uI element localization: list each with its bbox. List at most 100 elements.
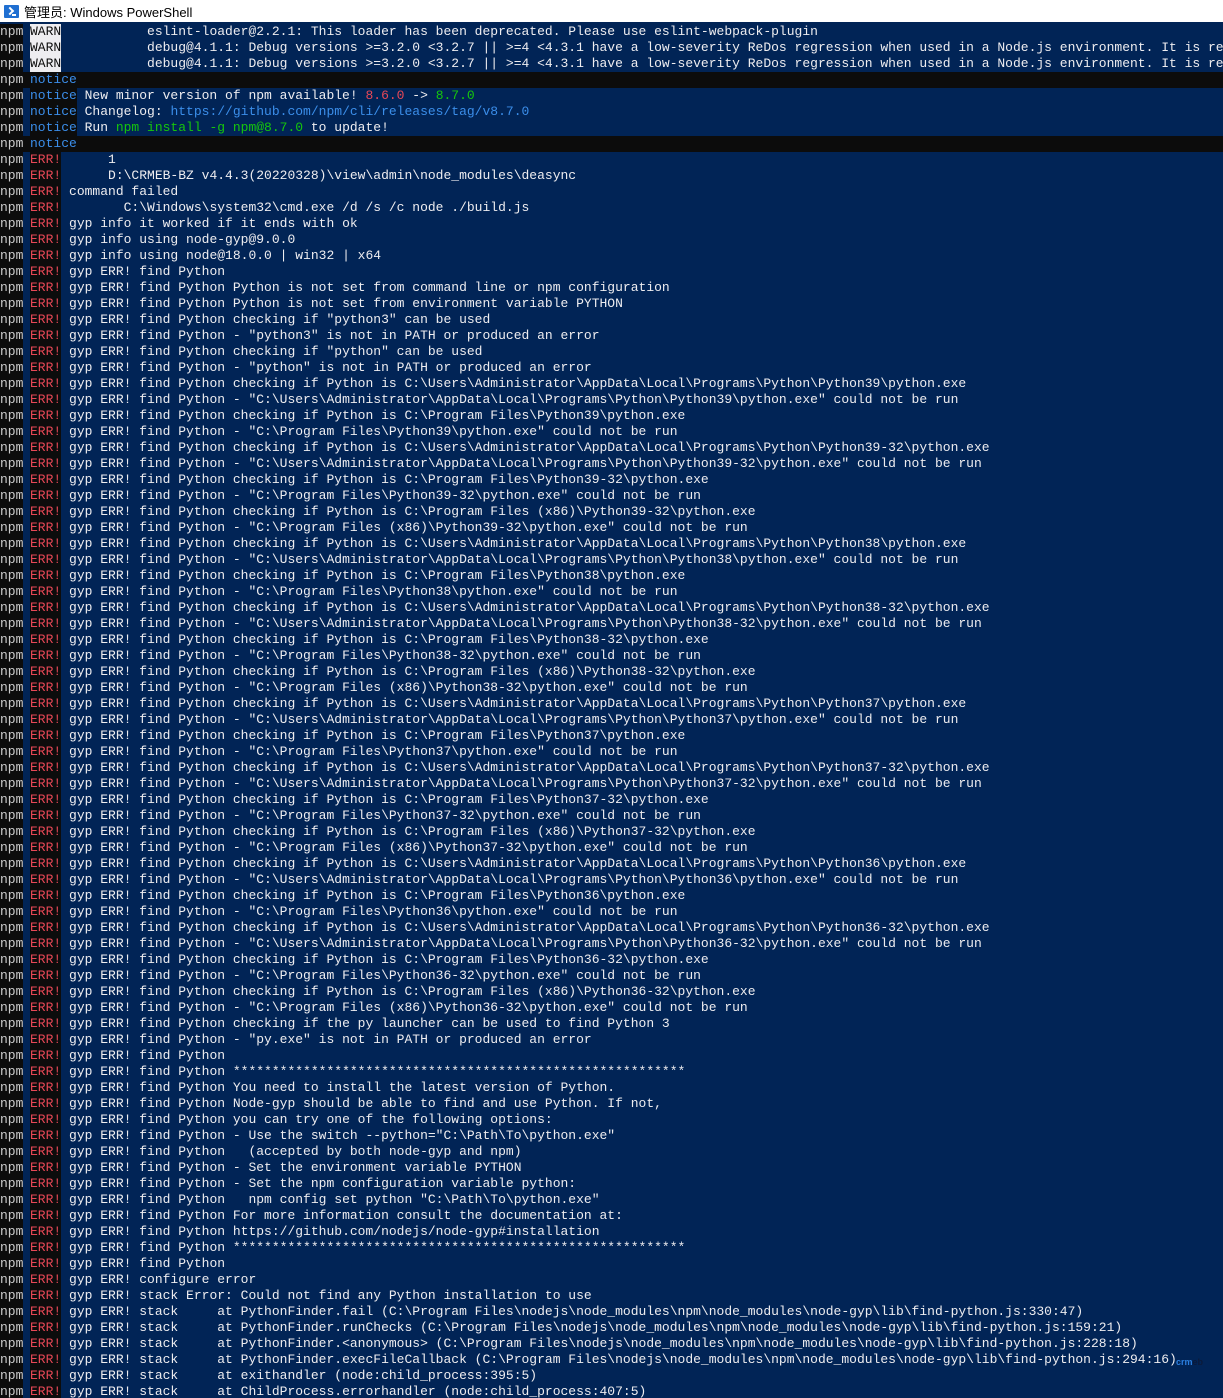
line-prefix: npm bbox=[0, 632, 24, 648]
level-label-err: ERR! bbox=[30, 456, 62, 472]
level-label-err: ERR! bbox=[30, 664, 62, 680]
level-label-err: ERR! bbox=[30, 1256, 62, 1272]
title-bar: 管理员: Windows PowerShell bbox=[0, 0, 1223, 22]
console-line: npm ERR! gyp ERR! find Python - "C:\Progr… bbox=[0, 680, 1223, 696]
console-line: npm WARN eslint-loader@2.2.1: This loader… bbox=[0, 24, 1223, 40]
line-message: gyp ERR! find Python bbox=[61, 1256, 226, 1271]
level-label-err: ERR! bbox=[30, 1080, 62, 1096]
line-prefix: npm bbox=[0, 472, 24, 488]
powershell-icon bbox=[4, 4, 19, 18]
line-prefix: npm bbox=[0, 1256, 24, 1272]
line-message: gyp ERR! find Python checking if Python … bbox=[61, 536, 967, 551]
level-label-err: ERR! bbox=[30, 472, 62, 488]
level-label-notice: notice bbox=[30, 104, 77, 120]
level-label-err: ERR! bbox=[30, 200, 62, 216]
line-message: gyp ERR! find Python checking if Python … bbox=[61, 824, 756, 839]
line-prefix: npm bbox=[0, 648, 24, 664]
line-prefix: npm bbox=[0, 264, 24, 280]
console-line: npm ERR! gyp ERR! find Python You need to… bbox=[0, 1080, 1223, 1096]
console-line: npm ERR! gyp ERR! find Python - "C:\Progr… bbox=[0, 1000, 1223, 1016]
console-line: npm ERR! gyp ERR! find Python bbox=[0, 1256, 1223, 1272]
line-prefix: npm bbox=[0, 1352, 24, 1368]
level-label-err: ERR! bbox=[30, 536, 62, 552]
line-prefix: npm bbox=[0, 696, 24, 712]
line-prefix: npm bbox=[0, 760, 24, 776]
line-prefix: npm bbox=[0, 1112, 24, 1128]
line-message: gyp ERR! find Python - "C:\Program Files… bbox=[61, 424, 678, 439]
line-prefix: npm bbox=[0, 952, 24, 968]
line-prefix: npm bbox=[0, 936, 24, 952]
line-message: gyp ERR! find Python - "py.exe" is not i… bbox=[61, 1032, 592, 1047]
console-line: npm ERR! gyp ERR! find Python - "C:\Progr… bbox=[0, 488, 1223, 504]
console-output[interactable]: npm WARN eslint-loader@2.2.1: This loader… bbox=[0, 24, 1223, 1398]
line-prefix: npm bbox=[0, 1176, 24, 1192]
console-line: npm ERR! gyp ERR! find Python - "C:\Progr… bbox=[0, 584, 1223, 600]
console-line: npm ERR! gyp ERR! find Python - "C:\Progr… bbox=[0, 904, 1223, 920]
line-prefix: npm bbox=[0, 168, 24, 184]
console-line: npm ERR! gyp ERR! find Python - "python" … bbox=[0, 360, 1223, 376]
console-line: npm ERR! gyp ERR! find Python - Use the s… bbox=[0, 1128, 1223, 1144]
console-line: npm ERR! gyp ERR! find Python checking if… bbox=[0, 856, 1223, 872]
line-prefix: npm bbox=[0, 216, 24, 232]
console-line: npm ERR! gyp ERR! stack at PythonFinder.e… bbox=[0, 1352, 1223, 1368]
line-message bbox=[77, 136, 1223, 152]
line-prefix: npm bbox=[0, 1128, 24, 1144]
level-label-err: ERR! bbox=[30, 360, 62, 376]
console-line: npm ERR! gyp ERR! find Python - "C:\Progr… bbox=[0, 424, 1223, 440]
line-message: Changelog: https://github.com/npm/cli/re… bbox=[77, 104, 1223, 120]
highlight-cyan[interactable]: https://github.com/npm/cli/releases/tag/… bbox=[170, 104, 529, 119]
line-message: gyp ERR! find Python - "python3" is not … bbox=[61, 328, 600, 343]
console-line: npm ERR! gyp ERR! find Python - Set the e… bbox=[0, 1160, 1223, 1176]
line-message: gyp ERR! configure error bbox=[61, 1272, 257, 1287]
line-message: gyp ERR! find Python - "C:\Program Files… bbox=[61, 488, 701, 503]
console-line: npm ERR! gyp ERR! find Python - "C:\Users… bbox=[0, 872, 1223, 888]
console-line: npm ERR! gyp ERR! find Python checking if… bbox=[0, 920, 1223, 936]
console-line: npm ERR! gyp ERR! find Python - "C:\Users… bbox=[0, 456, 1223, 472]
level-label-err: ERR! bbox=[30, 632, 62, 648]
console-line: npm ERR! gyp ERR! find Python https://git… bbox=[0, 1224, 1223, 1240]
level-label-warn: WARN bbox=[30, 56, 62, 72]
line-message: gyp ERR! find Python Python is not set f… bbox=[61, 280, 670, 295]
level-label-err: ERR! bbox=[30, 1240, 62, 1256]
console-line: npm ERR! gyp ERR! stack Error: Could not … bbox=[0, 1288, 1223, 1304]
level-label-notice: notice bbox=[30, 136, 77, 152]
line-prefix: npm bbox=[0, 104, 24, 120]
line-prefix: npm bbox=[0, 888, 24, 904]
console-line: npm ERR! gyp ERR! find Python checking if… bbox=[0, 792, 1223, 808]
level-label-notice: notice bbox=[30, 72, 77, 88]
console-line: npm ERR! gyp info using node@18.0.0 | win… bbox=[0, 248, 1223, 264]
level-label-err: ERR! bbox=[30, 1352, 62, 1368]
level-label-err: ERR! bbox=[30, 280, 62, 296]
line-message: gyp ERR! find Python *******************… bbox=[61, 1064, 686, 1079]
level-label-err: ERR! bbox=[30, 1224, 62, 1240]
line-prefix: npm bbox=[0, 1288, 24, 1304]
line-prefix: npm bbox=[0, 584, 24, 600]
line-message: gyp ERR! stack at exithandler (node:chil… bbox=[61, 1368, 538, 1383]
line-prefix: npm bbox=[0, 824, 24, 840]
line-message: gyp ERR! find Python https://github.com/… bbox=[61, 1224, 600, 1239]
line-message: New minor version of npm available! 8.6.… bbox=[77, 88, 1223, 104]
